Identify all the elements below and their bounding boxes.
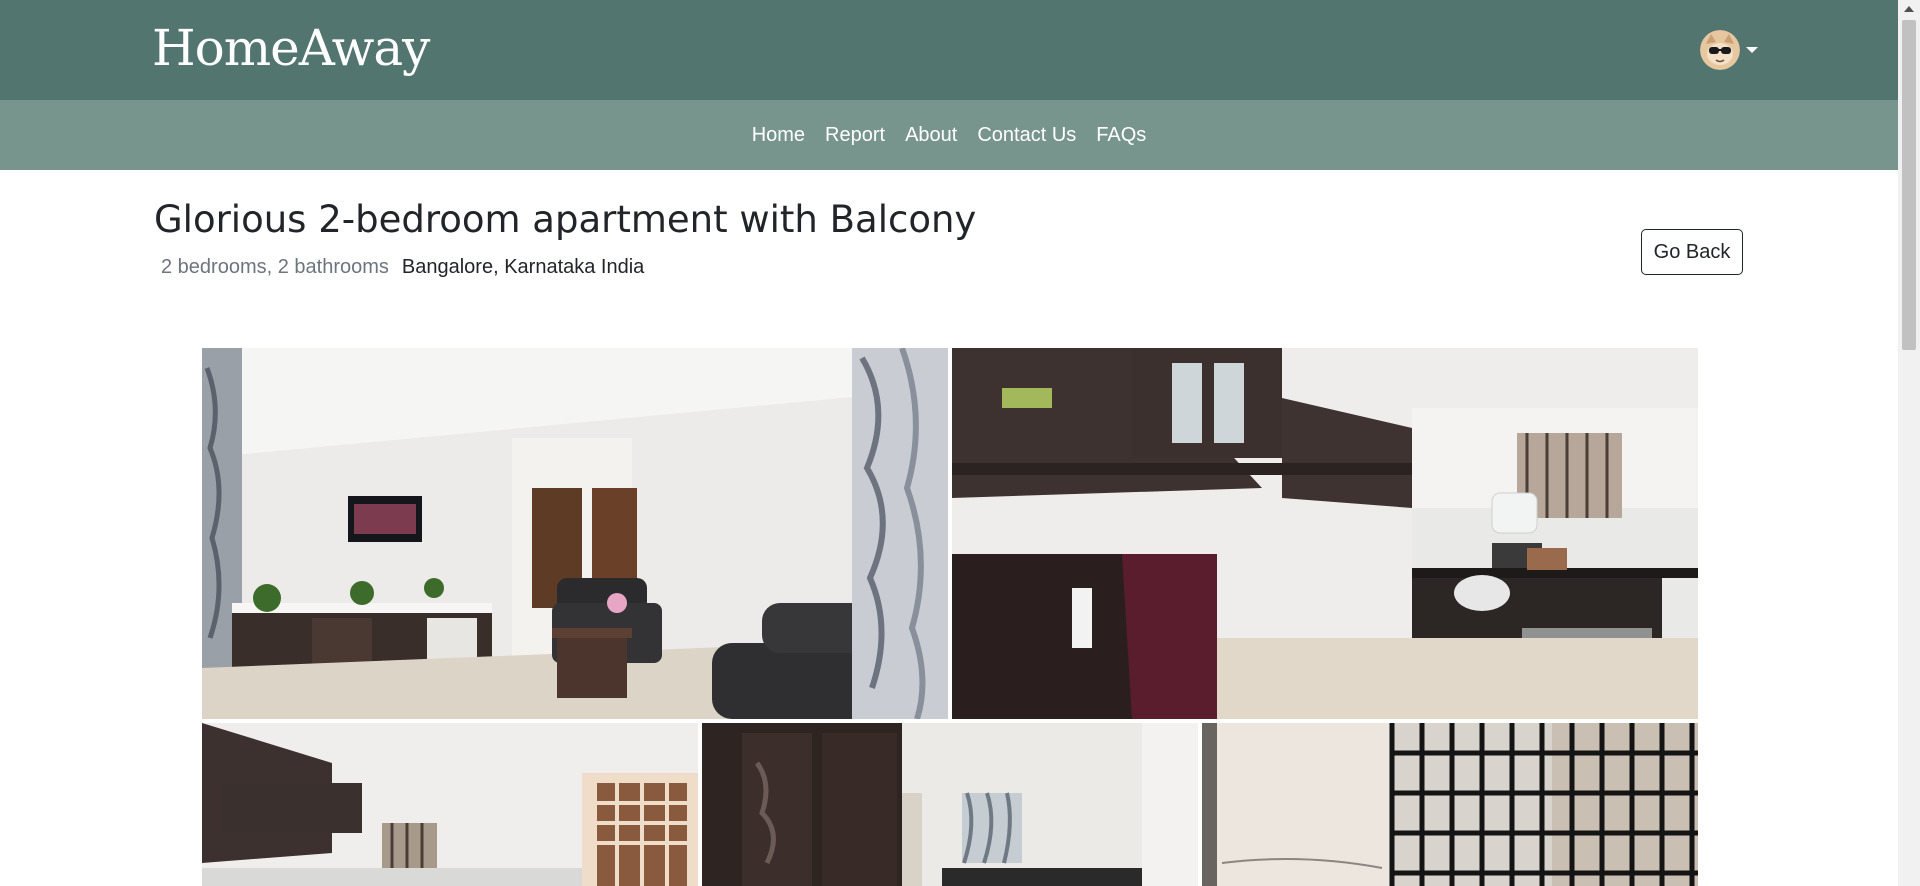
photo-balcony[interactable] [1202, 723, 1698, 886]
listing-meta: 2 bedrooms, 2 bathrooms Bangalore, Karna… [161, 256, 644, 279]
caret-down-icon [1746, 47, 1758, 53]
scroll-up-icon[interactable] [1904, 6, 1914, 12]
photo-kitchen-window[interactable] [202, 723, 698, 886]
listing-title: Glorious 2-bedroom apartment with Balcon… [154, 198, 977, 241]
listing-rooms: 2 bedrooms, 2 bathrooms [161, 256, 389, 278]
photo-kitchen[interactable] [952, 348, 1698, 719]
scrollbar-thumb[interactable] [1902, 20, 1916, 350]
photo-living-room[interactable] [202, 348, 948, 719]
user-menu-toggle[interactable] [1700, 28, 1758, 72]
listing-location: Bangalore, Karnataka India [401, 256, 645, 278]
nav-report[interactable]: Report [825, 124, 885, 147]
nav-about[interactable]: About [905, 124, 957, 147]
nav-faqs[interactable]: FAQs [1096, 124, 1146, 147]
top-header: HomeAway [0, 0, 1898, 100]
page-scrollbar[interactable] [1898, 0, 1920, 886]
user-avatar [1700, 30, 1740, 70]
main-nav: Home Report About Contact Us FAQs [0, 100, 1898, 170]
brand-logo[interactable]: HomeAway [152, 18, 430, 78]
nav-contact-us[interactable]: Contact Us [977, 124, 1076, 147]
nav-home[interactable]: Home [752, 124, 805, 147]
photo-bedroom-wardrobe[interactable] [702, 723, 1198, 886]
go-back-button[interactable]: Go Back [1641, 229, 1743, 275]
